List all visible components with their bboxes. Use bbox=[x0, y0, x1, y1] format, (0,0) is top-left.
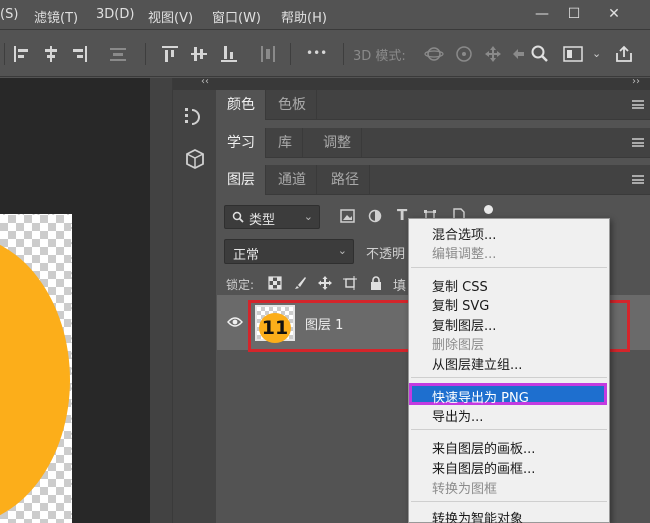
divider bbox=[145, 43, 146, 65]
menu-divider bbox=[411, 429, 607, 430]
distribute-icon[interactable] bbox=[108, 44, 128, 64]
tab-learn[interactable]: 学习 bbox=[217, 128, 266, 158]
step-number-badge: 11 bbox=[259, 313, 291, 343]
menu-view[interactable]: 视图(V) bbox=[148, 7, 193, 26]
lock-all-icon[interactable] bbox=[369, 276, 383, 290]
menu-item-convert-to-smart-object[interactable]: 转换为智能对象 bbox=[432, 508, 523, 523]
search-icon bbox=[232, 211, 244, 223]
distribute-vertical-icon[interactable] bbox=[258, 44, 278, 64]
menu-item-copy-css[interactable]: 复制 CSS bbox=[432, 276, 488, 295]
menu-item-delete-layer: 删除图层 bbox=[432, 338, 485, 353]
menu-window[interactable]: 窗口(W) bbox=[212, 7, 261, 26]
align-top-icon[interactable] bbox=[160, 44, 180, 64]
tab-swatches[interactable]: 色板 bbox=[268, 90, 317, 120]
restore-button[interactable]: ☐ bbox=[563, 4, 585, 24]
menu-3d[interactable]: 3D(D) bbox=[96, 7, 134, 22]
menu-item-label: 快速导出为 PNG bbox=[432, 391, 529, 406]
layer-filter-label: 类型 bbox=[249, 213, 276, 228]
layer-filter-select[interactable]: 类型 ⌄ bbox=[224, 205, 320, 229]
menu-help[interactable]: 帮助(H) bbox=[281, 7, 327, 26]
menu-bar: (S) 滤镜(T) 3D(D) 视图(V) 窗口(W) 帮助(H) — ☐ ✕ bbox=[0, 0, 650, 30]
workspace-icon[interactable] bbox=[562, 44, 586, 64]
chevron-down-icon: ⌄ bbox=[337, 244, 347, 257]
canvas-scrollbar[interactable] bbox=[150, 78, 172, 523]
menu-item-group-from-layers[interactable]: 从图层建立组... bbox=[432, 354, 522, 373]
menu-item-copy-svg[interactable]: 复制 SVG bbox=[432, 295, 489, 314]
history-icon[interactable] bbox=[180, 102, 210, 132]
learn-panel-tabs: 学习 库 调整 bbox=[217, 128, 650, 158]
orbit-3d-icon[interactable] bbox=[424, 44, 444, 64]
tab-channels[interactable]: 通道 bbox=[268, 165, 317, 195]
menu-item-edit-adjustment: 编辑调整... bbox=[432, 247, 497, 262]
divider bbox=[290, 43, 291, 65]
panel-menu-icon[interactable] bbox=[632, 100, 644, 109]
orange-circle-shape bbox=[0, 235, 70, 523]
collapse-panels-icon[interactable]: ‹‹ bbox=[201, 76, 209, 87]
tab-paths[interactable]: 路径 bbox=[321, 165, 370, 195]
menu-filter[interactable]: 滤镜(T) bbox=[34, 7, 78, 26]
divider bbox=[4, 43, 5, 65]
menu-item-artboard-from-layers[interactable]: 来自图层的画板... bbox=[432, 438, 535, 457]
share-icon[interactable] bbox=[614, 44, 634, 64]
align-left-icon[interactable] bbox=[12, 44, 32, 64]
lock-artboard-icon[interactable] bbox=[343, 276, 357, 290]
lock-label: 锁定: bbox=[226, 278, 255, 292]
align-middle-v-icon[interactable] bbox=[189, 44, 209, 64]
align-bottom-icon[interactable] bbox=[219, 44, 239, 64]
expand-panels-icon[interactable]: ›› bbox=[632, 76, 640, 87]
layers-panel-tabs: 图层 通道 路径 bbox=[217, 165, 650, 195]
menu-item-convert-to-frame: 转换为图框 bbox=[432, 482, 498, 497]
fill-label: 填 bbox=[393, 279, 407, 294]
menu-item-export-as[interactable]: 导出为... bbox=[432, 406, 483, 425]
align-center-h-icon[interactable] bbox=[41, 44, 61, 64]
minimize-button[interactable]: — bbox=[531, 4, 553, 24]
filter-toggle-icon[interactable] bbox=[484, 205, 493, 214]
type-filter-icon[interactable]: T bbox=[397, 206, 407, 224]
pan-3d-icon[interactable] bbox=[483, 44, 503, 64]
3d-cube-icon[interactable] bbox=[180, 144, 210, 174]
adjustment-filter-icon[interactable] bbox=[368, 209, 382, 223]
menu-item-duplicate-layer[interactable]: 复制图层... bbox=[432, 315, 496, 334]
slide-3d-icon[interactable] bbox=[509, 44, 529, 64]
panel-dock-header: ›› bbox=[217, 76, 650, 90]
close-button[interactable]: ✕ bbox=[603, 4, 625, 24]
tab-layers[interactable]: 图层 bbox=[217, 165, 266, 195]
search-icon[interactable] bbox=[530, 44, 550, 64]
lock-pixels-brush-icon[interactable] bbox=[293, 276, 307, 290]
chevron-down-icon: ⌄ bbox=[303, 210, 313, 223]
layer-context-menu: 混合选项... 编辑调整... 复制 CSS 复制 SVG 复制图层... 删除… bbox=[408, 218, 610, 523]
roll-3d-icon[interactable] bbox=[454, 44, 474, 64]
panel-column-header: ‹‹ bbox=[173, 76, 217, 90]
blend-mode-select[interactable]: 正常 ⌄ bbox=[224, 239, 354, 264]
document-canvas[interactable] bbox=[0, 214, 72, 523]
eye-visibility-icon[interactable] bbox=[227, 316, 243, 328]
collapsed-panel-column: ‹‹ bbox=[172, 76, 217, 523]
image-filter-icon[interactable] bbox=[340, 209, 355, 223]
more-options-button[interactable]: ••• bbox=[306, 46, 327, 60]
chevron-down-icon[interactable]: ⌄ bbox=[592, 47, 601, 60]
color-panel-tabs: 颜色 色板 bbox=[217, 90, 650, 120]
panel-menu-icon[interactable] bbox=[632, 175, 644, 184]
lock-position-move-icon[interactable] bbox=[318, 276, 332, 290]
opacity-label: 不透明 bbox=[366, 247, 406, 262]
menu-divider bbox=[411, 501, 607, 502]
menu-select[interactable]: (S) bbox=[0, 7, 18, 22]
mode-3d-label: 3D 模式: bbox=[353, 49, 406, 64]
align-right-icon[interactable] bbox=[69, 44, 89, 64]
tab-libraries[interactable]: 库 bbox=[268, 128, 303, 158]
options-bar: ••• 3D 模式: ⌄ bbox=[0, 31, 650, 77]
lock-transparency-icon[interactable] bbox=[268, 276, 282, 290]
divider bbox=[343, 43, 344, 65]
menu-item-quick-export-png[interactable]: 快速导出为 PNG bbox=[409, 383, 607, 406]
tab-color[interactable]: 颜色 bbox=[217, 90, 266, 120]
panel-menu-icon[interactable] bbox=[632, 138, 644, 147]
tab-adjustments[interactable]: 调整 bbox=[313, 128, 362, 158]
menu-item-blending-options[interactable]: 混合选项... bbox=[432, 224, 496, 243]
menu-divider bbox=[411, 267, 607, 268]
blend-mode-value: 正常 bbox=[233, 248, 260, 263]
menu-item-frame-from-layers[interactable]: 来自图层的画框... bbox=[432, 458, 535, 477]
menu-divider bbox=[411, 377, 607, 378]
